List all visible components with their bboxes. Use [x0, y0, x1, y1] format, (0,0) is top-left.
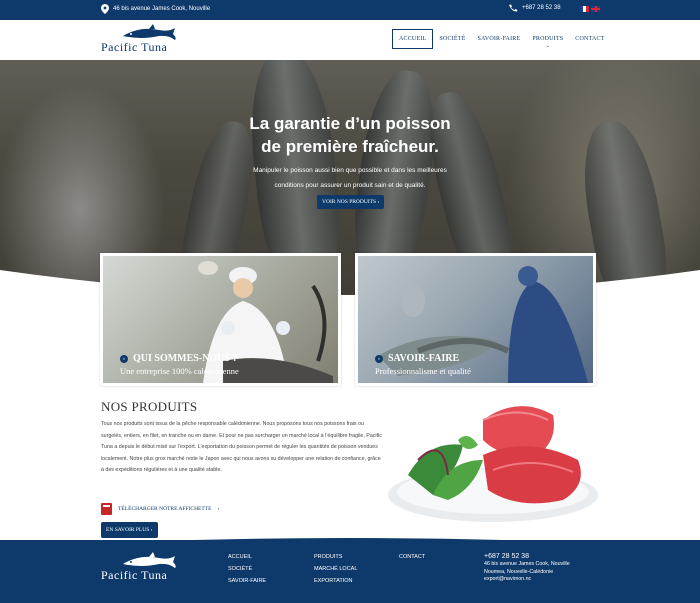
footer-phone[interactable]: +687 28 52 38: [484, 552, 570, 561]
card-title: › SAVOIR-FAIRE: [375, 353, 459, 364]
footer-brand-name: Pacific Tuna: [101, 568, 168, 582]
footer-link-accueil[interactable]: ACCUEIL: [228, 551, 266, 563]
footer-link-savoir-faire[interactable]: SAVOIR-FAIRE: [228, 575, 266, 587]
card-subtitle: Professionnalisme et qualité: [375, 366, 471, 376]
card-about-us[interactable]: › QUI SOMMES-NOUS ? Une entreprise 100% …: [100, 253, 341, 386]
view-products-button[interactable]: VOIR NOS PRODUITS ›: [317, 195, 385, 209]
chevron-down-icon: ⌄: [545, 44, 551, 49]
footer-contact-info: +687 28 52 38 46 bis avenue James Cook, …: [484, 552, 570, 584]
footer-nav-col1: ACCUEIL SOCIÉTÉ SAVOIR-FAIRE: [228, 551, 266, 587]
card-savoir-faire[interactable]: › SAVOIR-FAIRE Professionnalisme et qual…: [355, 253, 596, 386]
address-text: 46 bis avenue James Cook, Nouville: [113, 6, 211, 12]
nav-item-contact[interactable]: CONTACT: [569, 29, 610, 49]
main-nav: ACCUEIL SOCIÉTÉ SAVOIR-FAIRE PRODUITS ⌄ C…: [392, 29, 611, 49]
footer-address-line2: Noumea, Nouvelle-Calédonie: [484, 568, 554, 575]
products-heading: NOS PRODUITS: [101, 399, 198, 414]
footer-link-produits[interactable]: PRODUITS: [314, 551, 357, 563]
address-info: 46 bis avenue James Cook, Nouville: [101, 4, 210, 14]
footer-nav-col3: CONTACT: [399, 551, 425, 563]
site-header: Pacific Tuna ACCUEIL SOCIÉTÉ SAVOIR-FAIR…: [0, 20, 700, 60]
tuna-plate-image: [388, 406, 598, 522]
footer-address-line1: 46 bis avenue James Cook, Nouville: [484, 561, 570, 567]
pdf-icon: [101, 503, 112, 515]
download-flyer-link[interactable]: TÉLÉCHARGER NOTRE AFFICHETTE ›: [101, 503, 219, 515]
flag-uk-icon[interactable]: [591, 6, 600, 12]
products-description: Tous nos produits sont issus de la pêche…: [101, 421, 382, 473]
footer-link-contact[interactable]: CONTACT: [399, 551, 425, 563]
flag-fr-icon[interactable]: [580, 6, 589, 12]
nav-item-accueil[interactable]: ACCUEIL: [392, 29, 434, 49]
footer-link-exportation[interactable]: EXPORTATION: [314, 575, 357, 587]
hero-subtitle: Manipuler le poisson aussi bien que poss…: [253, 167, 447, 189]
nav-item-societe[interactable]: SOCIÉTÉ: [433, 29, 471, 49]
phone-info[interactable]: +687 28 52 38: [508, 4, 561, 12]
location-pin-icon: [101, 4, 109, 14]
card-title: › QUI SOMMES-NOUS ?: [120, 353, 237, 364]
phone-text: +687 28 52 38: [522, 5, 561, 11]
hero-title: La garantie d’un poisson de première fra…: [249, 114, 451, 156]
nav-item-savoir-faire[interactable]: SAVOIR-FAIRE: [471, 29, 526, 49]
footer-link-societe[interactable]: SOCIÉTÉ: [228, 563, 266, 575]
nav-item-produits[interactable]: PRODUITS ⌄: [526, 29, 569, 49]
chevron-right-icon: ›: [217, 506, 220, 512]
chevron-right-icon: ›: [120, 354, 128, 363]
chevron-right-icon: ›: [375, 354, 383, 363]
footer-nav-col2: PRODUITS MARCHÉ LOCAL EXPORTATION: [314, 551, 357, 587]
language-switcher: [580, 6, 600, 12]
card-subtitle: Une entreprise 100% calédonienne: [120, 366, 239, 376]
footer-link-marche-local[interactable]: MARCHÉ LOCAL: [314, 563, 357, 575]
brand-name: Pacific Tuna: [101, 40, 168, 54]
phone-icon: [509, 4, 518, 12]
footer-email[interactable]: export@navimon.nc: [484, 576, 570, 584]
top-info-bar: 46 bis avenue James Cook, Nouville +687 …: [0, 0, 700, 20]
site-footer: Pacific Tuna ACCUEIL SOCIÉTÉ SAVOIR-FAIR…: [0, 540, 700, 603]
site-logo[interactable]: Pacific Tuna: [101, 24, 196, 56]
